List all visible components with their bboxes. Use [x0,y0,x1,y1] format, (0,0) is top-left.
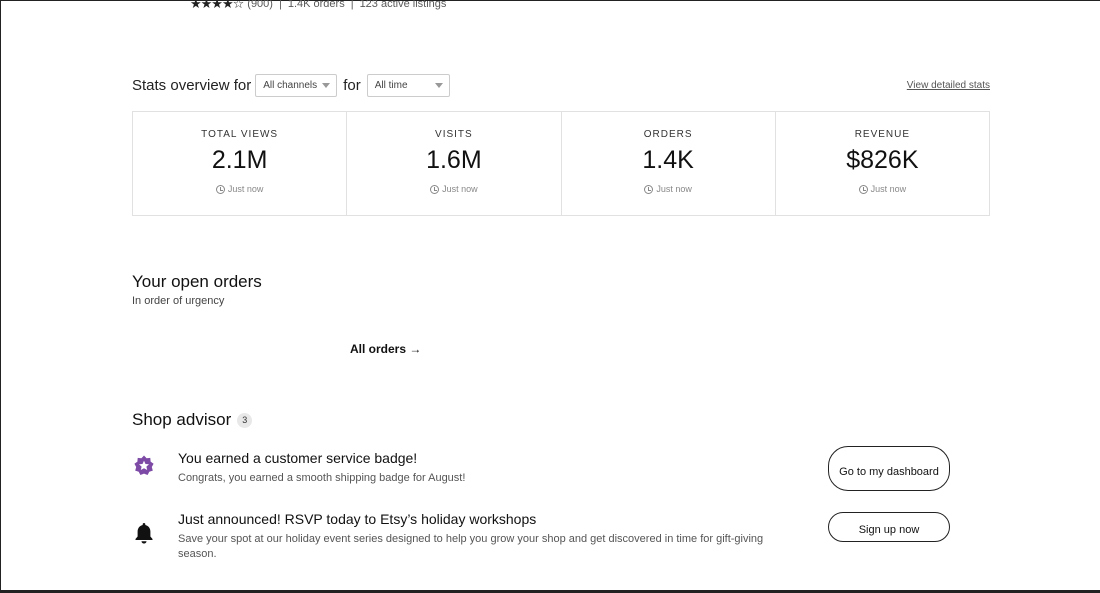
rating-count: (900) [247,0,273,10]
advisor-item-body: Congrats, you earned a smooth shipping b… [178,472,466,484]
stat-time-text: Just now [870,184,907,194]
stat-value: 2.1M [211,146,268,174]
stat-value: 1.4K [642,146,694,174]
view-detailed-stats-link[interactable]: View detailed stats [907,80,990,91]
chevron-down-icon [322,82,331,88]
stat-value: $826K [846,146,919,174]
star-badge-icon [134,455,154,475]
frame-left-border [0,0,1,593]
stat-card-revenue[interactable]: REVENUE $826K Just now [776,112,989,215]
channel-select[interactable]: All channels [255,73,338,97]
stat-time-text: Just now [227,184,264,194]
clock-icon [858,184,868,194]
chevron-down-icon [434,82,443,88]
shop-advisor-heading: Shop advisor [132,410,232,429]
stat-time-text: Just now [656,184,692,194]
stat-value: 1.6M [426,146,482,174]
star-rating-icon: ★★★★☆ [190,0,244,11]
advisor-item-text: Just announced! RSVP today to Etsy’s hol… [178,511,788,562]
clock-icon [215,184,225,194]
stats-header: Stats overview for All channels for All … [132,73,990,97]
orders-count: 1.4K orders [287,0,345,10]
separator: | [350,0,354,10]
stats-title: Stats overview for [132,76,252,94]
stat-label: ORDERS [643,129,693,140]
advisor-item-text: You earned a customer service badge! Con… [178,450,788,486]
shop-advisor-title: Shop advisor 3 [132,410,253,430]
listings-count: 123 active listings [359,0,447,10]
advisor-count-badge: 3 [237,412,253,428]
shop-rating-row: ★★★★☆ (900) | 1.4K orders | 123 active l… [190,0,446,12]
stat-timestamp: Just now [858,184,907,194]
open-orders-title: Your open orders [132,272,262,291]
sign-up-now-button[interactable]: Sign up now [828,512,950,542]
advisor-item-headline: You earned a customer service badge! [178,450,418,466]
stats-cards: TOTAL VIEWS 2.1M Just now VISITS 1.6M Ju… [132,111,990,216]
all-orders-link[interactable]: All orders → [350,342,421,356]
bell-icon [135,523,153,544]
stat-card-visits[interactable]: VISITS 1.6M Just now [347,112,562,215]
for-label: for [343,76,361,94]
time-select[interactable]: All time [366,73,450,97]
time-select-value: All time [374,79,408,91]
stat-timestamp: Just now [644,184,692,194]
stat-timestamp: Just now [430,184,478,194]
stat-timestamp: Just now [215,184,264,194]
stat-label: VISITS [435,129,473,140]
stat-card-total-views[interactable]: TOTAL VIEWS 2.1M Just now [133,112,348,215]
open-orders-subtitle: In order of urgency [132,295,225,307]
separator: | [278,0,282,10]
stat-time-text: Just now [442,184,478,194]
clock-icon [430,184,440,194]
stat-card-orders[interactable]: ORDERS 1.4K Just now [562,112,776,215]
go-to-dashboard-button[interactable]: Go to my dashboard [828,446,950,491]
advisor-item-headline: Just announced! RSVP today to Etsy’s hol… [178,511,537,527]
stat-label: TOTAL VIEWS [201,129,279,140]
clock-icon [644,184,654,194]
channel-select-value: All channels [263,79,318,91]
stat-label: REVENUE [854,129,911,140]
advisor-item-body: Save your spot at our holiday event seri… [178,533,764,560]
frame-top-border [0,0,1100,1]
